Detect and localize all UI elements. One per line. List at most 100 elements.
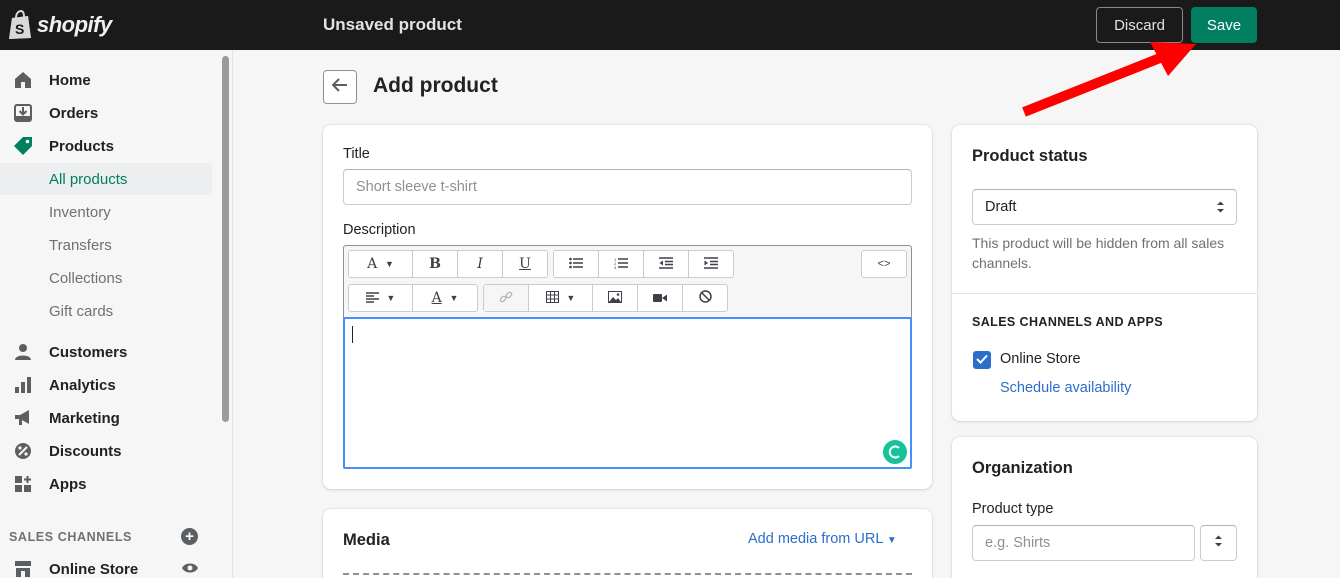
caret-down-icon: ▼	[886, 535, 897, 546]
sidebar-item-label: Inventory	[49, 203, 111, 221]
product-type-select[interactable]	[1200, 525, 1237, 561]
video-icon	[653, 290, 667, 306]
sidebar-item-products[interactable]: Products	[0, 130, 212, 162]
table-dropdown[interactable]: ▼	[529, 285, 593, 311]
person-icon	[13, 342, 33, 362]
bullet-list-button[interactable]	[554, 251, 599, 277]
insert-group: ▼	[483, 284, 728, 312]
align-left-icon	[365, 290, 379, 306]
megaphone-icon	[13, 408, 33, 428]
store-icon	[13, 559, 33, 578]
sidebar-item-label: Home	[49, 71, 91, 89]
add-media-label: Add media from URL	[748, 531, 883, 547]
description-editor[interactable]	[343, 317, 912, 469]
sales-channels-heading: SALES CHANNELS	[9, 530, 132, 544]
align-color-group: ▼ A ▼	[348, 284, 478, 312]
italic-button[interactable]: I	[458, 251, 503, 277]
sidebar-item-label: Gift cards	[49, 302, 114, 320]
underline-button[interactable]: U	[503, 251, 547, 277]
sidebar-item-analytics[interactable]: Analytics	[0, 369, 212, 401]
sidebar-item-marketing[interactable]: Marketing	[0, 402, 212, 434]
status-value: Draft	[985, 199, 1017, 215]
brand-name: shopify	[37, 12, 112, 37]
schedule-availability-link[interactable]: Schedule availability	[1000, 380, 1131, 396]
sidebar-scrollbar[interactable]	[222, 56, 229, 422]
sidebar-item-label: Online Store	[49, 560, 139, 578]
numbered-list-icon: 123	[614, 256, 628, 272]
add-media-from-url-link[interactable]: Add media from URL ▼	[748, 531, 897, 547]
insert-video-button[interactable]	[638, 285, 683, 311]
sidebar-item-apps[interactable]: Apps	[0, 468, 212, 500]
table-icon	[545, 290, 559, 306]
bold-button[interactable]: B	[413, 251, 458, 277]
title-label: Title	[343, 146, 370, 162]
arrow-left-icon	[331, 77, 348, 97]
online-store-checkbox[interactable]	[973, 351, 991, 369]
description-label: Description	[343, 222, 416, 238]
media-dropzone[interactable]	[343, 573, 912, 578]
align-dropdown[interactable]: ▼	[349, 285, 413, 311]
sidebar-item-home[interactable]: Home	[0, 64, 212, 96]
sidebar-item-orders[interactable]: Orders	[0, 97, 212, 129]
sidebar-item-discounts[interactable]: Discounts	[0, 435, 212, 467]
online-store-label[interactable]: Online Store	[1000, 351, 1081, 367]
underline-icon: U	[519, 256, 531, 272]
sidebar-item-label: Marketing	[49, 409, 120, 427]
orders-icon	[13, 103, 33, 123]
font-dropdown[interactable]: A ▼	[349, 251, 413, 277]
apps-icon	[13, 474, 33, 494]
svg-text:3: 3	[614, 265, 617, 269]
bar-chart-icon	[13, 375, 33, 395]
sidebar-item-label: Apps	[49, 475, 87, 493]
caret-down-icon: ▼	[566, 293, 576, 303]
caret-down-icon: ▼	[449, 293, 459, 303]
eye-icon[interactable]	[181, 561, 199, 578]
sidebar-item-collections[interactable]: Collections	[0, 262, 212, 294]
sidebar-item-label: Transfers	[49, 236, 112, 254]
sidebar-item-label: All products	[49, 170, 128, 188]
status-select[interactable]: Draft	[972, 189, 1237, 225]
topbar-title: Unsaved product	[323, 15, 462, 34]
outdent-button[interactable]	[644, 251, 689, 277]
clear-formatting-button[interactable]	[683, 285, 727, 311]
sidebar-item-gift-cards[interactable]: Gift cards	[0, 295, 212, 327]
product-type-label: Product type	[972, 501, 1054, 517]
title-input[interactable]: Short sleeve t-shirt	[343, 169, 912, 205]
sidebar-item-online-store[interactable]: Online Store	[0, 553, 212, 578]
code-icon: <>	[877, 258, 891, 270]
discard-button[interactable]: Discard	[1096, 7, 1183, 43]
sidebar-item-transfers[interactable]: Transfers	[0, 229, 212, 261]
text-cursor	[352, 326, 353, 343]
text-format-group: A ▼ B I U	[348, 250, 548, 278]
grammarly-icon[interactable]	[883, 440, 907, 464]
sidebar-item-label: Customers	[49, 343, 128, 361]
text-color-dropdown[interactable]: A ▼	[413, 285, 477, 311]
bullet-list-icon	[569, 256, 583, 272]
shopify-logo[interactable]: S shopify	[8, 9, 112, 40]
insert-image-button[interactable]	[593, 285, 638, 311]
product-type-input[interactable]: e.g. Shirts	[972, 525, 1195, 561]
clear-format-icon	[698, 290, 712, 306]
list-format-group: 123	[553, 250, 734, 278]
show-html-button[interactable]: <>	[862, 251, 906, 277]
image-icon	[608, 290, 622, 306]
card-divider	[952, 293, 1257, 294]
sidebar-item-all-products[interactable]: All products	[0, 163, 212, 195]
media-title: Media	[343, 531, 390, 549]
numbered-list-button[interactable]: 123	[599, 251, 644, 277]
text-color-icon: A	[431, 290, 442, 306]
sidebar-item-customers[interactable]: Customers	[0, 336, 212, 368]
sidebar-item-inventory[interactable]: Inventory	[0, 196, 212, 228]
font-icon: A	[367, 256, 378, 272]
html-toggle-group: <>	[861, 250, 907, 278]
indent-icon	[704, 256, 718, 272]
home-icon	[13, 70, 33, 90]
add-sales-channel-icon[interactable]: +	[181, 528, 198, 545]
back-button[interactable]	[323, 70, 357, 104]
status-help-text: This product will be hidden from all sal…	[972, 235, 1225, 271]
link-button[interactable]	[484, 285, 529, 311]
indent-button[interactable]	[689, 251, 733, 277]
save-button[interactable]: Save	[1191, 7, 1257, 43]
bold-icon: B	[429, 256, 441, 272]
link-icon	[499, 290, 513, 307]
